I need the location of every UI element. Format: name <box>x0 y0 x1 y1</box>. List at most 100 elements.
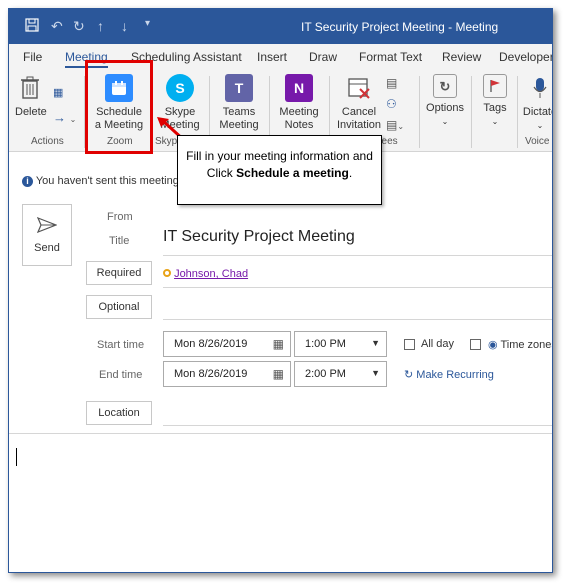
flag-icon <box>483 74 507 98</box>
onenote-icon: N <box>285 74 313 102</box>
time-zones-checkbox[interactable] <box>470 339 481 350</box>
tab-file[interactable]: File <box>23 50 42 64</box>
attendee-status-icon <box>163 269 171 277</box>
meeting-notes-button[interactable]: N Meeting Notes <box>273 70 325 132</box>
tab-format-text[interactable]: Format Text <box>359 50 422 64</box>
redo-icon[interactable]: ↻ <box>73 18 85 35</box>
end-date-value: Mon 8/26/2019 <box>174 368 248 380</box>
recurring-icon: ↻ <box>404 369 414 381</box>
notes-label-line1: Meeting <box>279 106 319 118</box>
end-time-value: 2:00 PM <box>305 368 346 380</box>
required-attendee-name[interactable]: Johnson, Chad <box>174 268 248 280</box>
title-label: Title <box>109 235 130 247</box>
title-input[interactable]: IT Security Project Meeting <box>163 228 355 246</box>
forward-arrow-icon[interactable]: → ⌄ <box>53 110 76 125</box>
delete-button[interactable]: Delete <box>15 70 47 119</box>
callout-line1: Fill in your meeting information and <box>186 149 373 163</box>
response-options-icon[interactable]: ▤⌄ <box>386 118 404 132</box>
send-label: Send <box>34 242 60 254</box>
dictate-button[interactable]: Dictate ⌄ <box>520 70 552 132</box>
group-separator <box>517 76 518 148</box>
optional-button[interactable]: Optional <box>86 295 152 319</box>
end-date-picker[interactable]: Mon 8/26/2019 ▦ <box>163 361 291 387</box>
window-title: IT Security Project Meeting - Meeting <box>301 20 499 34</box>
make-recurring-link[interactable]: ↻ Make Recurring <box>404 368 494 381</box>
start-date-picker[interactable]: Mon 8/26/2019 ▦ <box>163 331 291 357</box>
options-dropdown-icon: ⌄ <box>441 117 449 126</box>
start-date-value: Mon 8/26/2019 <box>174 338 248 350</box>
info-icon: i <box>22 176 33 187</box>
calendar-icon[interactable]: ▦ <box>273 337 284 351</box>
tab-draw[interactable]: Draw <box>309 50 337 64</box>
group-label-actions: Actions <box>31 136 64 147</box>
delete-label: Delete <box>15 106 47 118</box>
tab-insert[interactable]: Insert <box>257 50 287 64</box>
required-underline <box>163 287 552 288</box>
calendar-forward-icon[interactable]: ▦ <box>53 86 63 99</box>
check-names-icon[interactable]: ⚇ <box>386 97 397 111</box>
make-recurring-label: Make Recurring <box>416 369 494 381</box>
required-attendee[interactable]: Johnson, Chad <box>163 268 248 280</box>
teams-meeting-button[interactable]: T Teams Meeting <box>214 70 264 132</box>
title-underline <box>163 255 552 256</box>
optional-underline <box>163 319 552 320</box>
location-button[interactable]: Location <box>86 401 152 425</box>
refresh-options-icon: ↻ <box>433 74 457 98</box>
end-time-label: End time <box>99 369 143 381</box>
title-bar: ↶ ↻ ↑ ↓ ▾ IT Security Project Meeting - … <box>9 9 552 44</box>
dictate-label: Dictate <box>522 106 552 118</box>
schedule-meeting-highlight <box>85 60 153 154</box>
tab-developer[interactable]: Developer <box>499 50 552 64</box>
group-separator <box>471 76 472 148</box>
chevron-down-icon[interactable]: ▼ <box>371 368 380 378</box>
time-zones-label: Time zones <box>500 339 553 351</box>
tab-review[interactable]: Review <box>442 50 481 64</box>
notes-label-line2: Notes <box>284 119 314 131</box>
info-bar-text: You haven't sent this meeting in <box>35 175 191 187</box>
down-arrow-icon[interactable]: ↓ <box>121 18 128 34</box>
all-day-checkbox[interactable] <box>404 339 415 350</box>
globe-icon: ◉ <box>488 339 498 351</box>
group-label-voice: Voice <box>525 136 550 147</box>
cancel-label-line2: Invitation <box>336 119 382 131</box>
time-zones-toggle[interactable]: ◉ Time zones <box>488 338 553 351</box>
chevron-down-icon[interactable]: ▼ <box>371 338 380 348</box>
dictate-dropdown-icon: ⌄ <box>536 121 544 130</box>
cancel-invitation-button[interactable]: Cancel Invitation <box>333 70 385 132</box>
outlook-meeting-window: ↶ ↻ ↑ ↓ ▾ IT Security Project Meeting - … <box>8 8 553 573</box>
options-button[interactable]: ↻ Options ⌄ <box>422 70 468 128</box>
required-button[interactable]: Required <box>86 261 152 285</box>
options-label: Options <box>426 102 464 114</box>
save-icon[interactable] <box>25 18 39 35</box>
info-bar: i You haven't sent this meeting in <box>22 175 190 187</box>
cancel-label-line1: Cancel <box>341 106 377 118</box>
location-underline <box>163 425 552 426</box>
up-arrow-icon[interactable]: ↑ <box>97 18 104 34</box>
from-label: From <box>107 211 133 223</box>
callout-bold-text: Schedule a meeting <box>236 166 349 180</box>
all-day-label: All day <box>421 338 455 350</box>
calendar-icon[interactable]: ▦ <box>273 367 284 381</box>
instruction-callout: Fill in your meeting information and Cli… <box>177 135 382 205</box>
microphone-icon <box>526 74 552 102</box>
start-time-select[interactable]: 1:00 PM ▼ <box>294 331 387 357</box>
send-button[interactable]: Send <box>22 204 72 266</box>
meeting-body-editor[interactable] <box>9 434 552 572</box>
address-book-icon[interactable]: ▤ <box>386 76 397 90</box>
trash-icon <box>16 74 44 102</box>
tags-button[interactable]: Tags ⌄ <box>475 70 515 128</box>
callout-line2: Click Schedule a meeting. <box>206 166 353 180</box>
cancel-calendar-icon <box>345 74 373 102</box>
end-time-select[interactable]: 2:00 PM ▼ <box>294 361 387 387</box>
customize-quick-access-icon[interactable]: ▾ <box>145 18 150 29</box>
teams-label-line1: Teams <box>222 106 256 118</box>
start-time-label: Start time <box>97 339 145 351</box>
skype-icon: S <box>166 74 194 102</box>
tags-dropdown-icon: ⌄ <box>491 117 499 126</box>
start-time-value: 1:00 PM <box>305 338 346 350</box>
group-separator <box>419 76 420 148</box>
tags-label: Tags <box>483 102 507 114</box>
send-icon <box>23 216 71 236</box>
text-cursor <box>16 448 17 466</box>
undo-icon[interactable]: ↶ <box>51 18 63 35</box>
